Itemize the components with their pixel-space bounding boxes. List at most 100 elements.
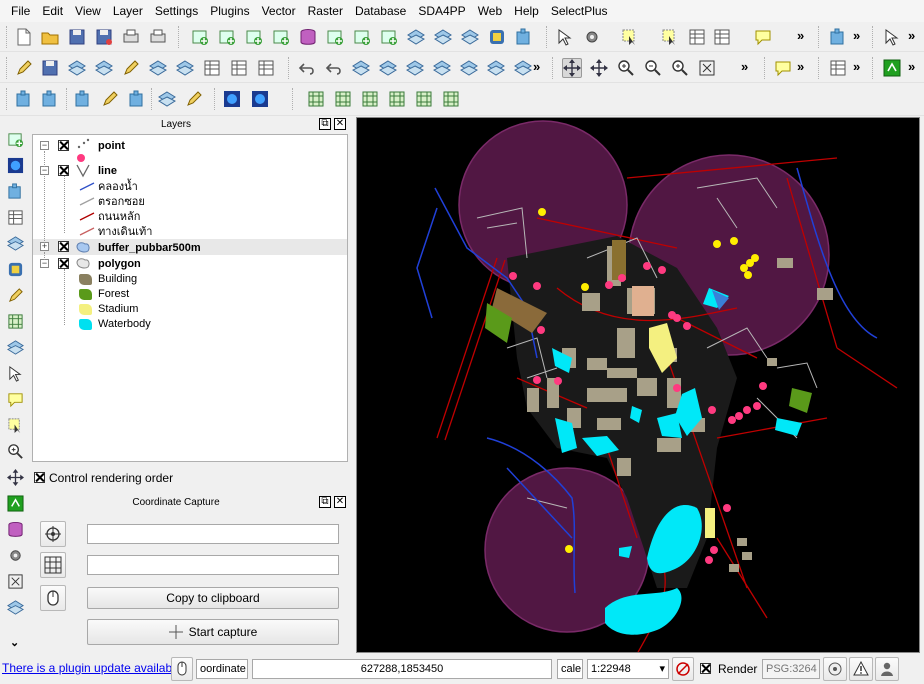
layer-side-button[interactable] (6, 598, 24, 616)
layer-button[interactable] (433, 27, 453, 47)
plugin-update-link[interactable]: There is a plugin update available (2, 661, 181, 675)
identify-button[interactable] (555, 27, 575, 47)
edit-pencil-button[interactable] (184, 89, 204, 109)
table-side-button[interactable] (6, 208, 24, 226)
zoom-full-side-button[interactable] (6, 572, 24, 590)
pan-side-button[interactable] (6, 468, 24, 486)
layer-button[interactable] (148, 58, 168, 78)
identify-button[interactable] (882, 27, 902, 47)
layer-polygon-checkbox[interactable] (58, 258, 69, 269)
crs-button[interactable] (823, 657, 847, 681)
new-file-button[interactable] (14, 27, 34, 47)
messages-button[interactable] (849, 657, 873, 681)
zoom-in-side-button[interactable] (6, 442, 24, 460)
undo-button[interactable] (324, 58, 344, 78)
message-log-button[interactable] (171, 657, 193, 681)
layer-button[interactable] (351, 58, 371, 78)
select-button[interactable] (660, 27, 680, 47)
plugin-button[interactable] (14, 89, 34, 109)
menu-help[interactable]: Help (509, 0, 546, 22)
grid-plugin-button[interactable] (387, 89, 407, 109)
toolbar-overflow-button[interactable]: » (797, 59, 804, 74)
stop-render-button[interactable] (672, 657, 694, 681)
coordinate-float-button[interactable]: ⧉ (319, 496, 331, 508)
user-button[interactable] (875, 657, 899, 681)
menu-web[interactable]: Web (473, 0, 509, 22)
pan-button[interactable] (562, 58, 582, 78)
start-capture-button[interactable]: Start capture (87, 619, 339, 645)
layer-button[interactable] (513, 58, 533, 78)
annotation-button[interactable] (753, 27, 773, 47)
menu-file[interactable]: File (6, 0, 37, 22)
expand-point-toggle[interactable]: − (40, 141, 49, 150)
grid-plugin-side-button[interactable] (6, 312, 24, 330)
crs-status[interactable]: PSG:3264 (762, 659, 820, 679)
print-composer-button[interactable] (121, 27, 141, 47)
layer-buffer-label[interactable]: buffer_pubbar500m (98, 240, 201, 255)
toolbar-overflow-button[interactable]: » (853, 59, 860, 74)
annotation-button[interactable] (773, 58, 793, 78)
zoom-in-button[interactable] (670, 58, 690, 78)
map-tool-side-button[interactable] (6, 494, 24, 512)
edit-pencil-button[interactable] (14, 58, 34, 78)
grass-button[interactable] (222, 89, 242, 109)
layer-add-side-button[interactable] (6, 130, 24, 148)
layer-line-checkbox[interactable] (58, 165, 69, 176)
layer-add-button[interactable] (325, 27, 345, 47)
layer-add-button[interactable] (217, 27, 237, 47)
expand-line-toggle[interactable]: − (40, 166, 49, 175)
toolbar-overflow-button[interactable]: » (533, 59, 540, 74)
open-folder-button[interactable] (40, 27, 60, 47)
layer-add-button[interactable] (190, 27, 210, 47)
grid-plugin-button[interactable] (414, 89, 434, 109)
layer-add-button[interactable] (352, 27, 372, 47)
edit-pencil-button[interactable] (100, 89, 120, 109)
layer-button[interactable] (460, 27, 480, 47)
layer-button[interactable] (94, 58, 114, 78)
identify-side-button[interactable] (6, 364, 24, 382)
layer-button[interactable] (459, 58, 479, 78)
layer-button[interactable] (67, 58, 87, 78)
menu-plugins[interactable]: Plugins (205, 0, 256, 22)
coordinate-field-1[interactable] (87, 524, 339, 544)
coordinate-field-2[interactable] (87, 555, 339, 575)
layer-button[interactable] (432, 58, 452, 78)
zoom-out-button[interactable] (643, 58, 663, 78)
grid-crs-button[interactable] (40, 552, 66, 578)
select-button[interactable] (620, 27, 640, 47)
plugin-button[interactable] (73, 89, 93, 109)
map-canvas[interactable] (356, 117, 920, 653)
grass-side-button[interactable] (6, 156, 24, 174)
expand-polygon-toggle[interactable]: − (40, 259, 49, 268)
layer-button[interactable] (175, 58, 195, 78)
layer-add-button[interactable] (379, 27, 399, 47)
undo-button[interactable] (297, 58, 317, 78)
database-button[interactable] (298, 27, 318, 47)
plugin-button[interactable] (828, 27, 848, 47)
layers-float-button[interactable]: ⧉ (319, 118, 331, 130)
layer-buffer-checkbox[interactable] (58, 241, 69, 252)
plugin-button[interactable] (514, 27, 534, 47)
layer-button[interactable] (405, 58, 425, 78)
layer-add-button[interactable] (244, 27, 264, 47)
grid-plugin-button[interactable] (306, 89, 326, 109)
grass-button[interactable] (250, 89, 270, 109)
render-checkbox[interactable] (700, 663, 711, 674)
database-side-button[interactable] (6, 520, 24, 538)
pan-button[interactable] (589, 58, 609, 78)
table-button[interactable] (229, 58, 249, 78)
layer-button[interactable] (378, 58, 398, 78)
control-rendering-order-checkbox[interactable] (34, 472, 45, 483)
table-button[interactable] (828, 58, 848, 78)
grid-plugin-button[interactable] (441, 89, 461, 109)
copy-to-clipboard-button[interactable]: Copy to clipboard (87, 587, 339, 609)
layer-add-button[interactable] (271, 27, 291, 47)
toolbar-overflow-button[interactable]: » (908, 59, 915, 74)
table-button[interactable] (202, 58, 222, 78)
menu-view[interactable]: View (70, 0, 108, 22)
crs-selector-button[interactable] (40, 521, 66, 547)
layer-button[interactable] (157, 89, 177, 109)
mouse-track-button[interactable] (40, 585, 66, 611)
table-button[interactable] (687, 27, 707, 47)
toolbar-overflow-button[interactable]: » (797, 28, 804, 43)
